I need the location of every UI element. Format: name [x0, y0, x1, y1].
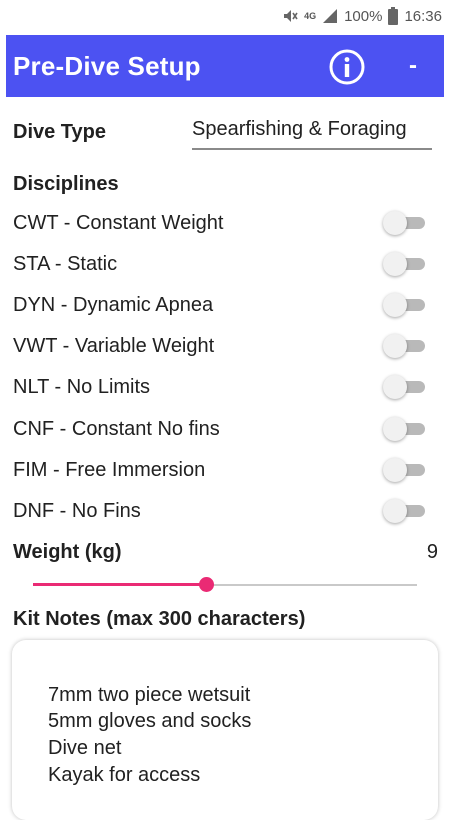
discipline-label: NLT - No Limits — [13, 375, 151, 398]
menu-button[interactable]: - — [398, 49, 428, 85]
discipline-label: VWT - Variable Weight — [13, 334, 215, 357]
discipline-toggle-cnf[interactable] — [383, 415, 425, 443]
weight-label: Weight (kg) — [13, 541, 122, 563]
discipline-row-fim: FIM - Free Immersion — [13, 450, 437, 490]
page-title: Pre-Dive Setup — [13, 50, 201, 81]
discipline-label: FIM - Free Immersion — [13, 458, 206, 481]
discipline-label: CNF - Constant No fins — [13, 417, 220, 440]
discipline-row-dnf: DNF - No Fins — [13, 491, 437, 531]
discipline-label: CWT - Constant Weight — [13, 211, 224, 234]
info-button[interactable] — [329, 49, 365, 85]
network-type: 4G — [304, 11, 317, 21]
kit-notes-line: Kayak for access — [48, 764, 201, 786]
weight-slider[interactable] — [33, 574, 417, 596]
info-icon — [329, 49, 365, 85]
clock: 16:36 — [404, 7, 442, 25]
discipline-label: STA - Static — [13, 252, 118, 275]
slider-thumb[interactable] — [198, 577, 214, 592]
discipline-toggle-cwt[interactable] — [383, 209, 425, 237]
discipline-toggle-nlt[interactable] — [383, 373, 425, 401]
discipline-row-nlt: NLT - No Limits — [13, 367, 437, 407]
discipline-label: DYN - Dynamic Apnea — [13, 293, 214, 316]
battery-percent: 100% — [344, 7, 383, 25]
discipline-row-sta: STA - Static — [13, 244, 437, 284]
kit-notes-line: Dive net — [48, 737, 122, 759]
app-bar: Pre-Dive Setup - — [6, 35, 444, 97]
discipline-row-cnf: CNF - Constant No fins — [13, 409, 437, 449]
discipline-toggle-vwt[interactable] — [383, 332, 425, 360]
status-bar: 4G 100% 16:36 — [0, 0, 450, 32]
discipline-row-vwt: VWT - Variable Weight — [13, 326, 437, 366]
dive-type-label: Dive Type — [13, 121, 106, 143]
kit-notes-label: Kit Notes (max 300 characters) — [13, 608, 306, 630]
discipline-row-dyn: DYN - Dynamic Apnea — [13, 285, 437, 325]
weight-value: 9 — [426, 541, 438, 563]
signal-icon — [322, 8, 338, 24]
discipline-toggle-dyn[interactable] — [383, 291, 425, 319]
mute-icon — [282, 8, 298, 24]
dive-type-select[interactable]: Spearfishing & Foraging — [192, 118, 432, 150]
discipline-toggle-fim[interactable] — [383, 456, 425, 484]
disciplines-heading: Disciplines — [13, 173, 119, 195]
battery-icon — [388, 7, 399, 25]
discipline-label: DNF - No Fins — [13, 499, 141, 522]
kit-notes-line: 5mm gloves and socks — [48, 710, 252, 732]
discipline-toggle-dnf[interactable] — [383, 497, 425, 525]
kit-notes-line: 7mm two piece wetsuit — [48, 684, 251, 706]
discipline-row-cwt: CWT - Constant Weight — [13, 203, 437, 243]
slider-fill — [33, 583, 206, 586]
discipline-toggle-sta[interactable] — [383, 250, 425, 278]
